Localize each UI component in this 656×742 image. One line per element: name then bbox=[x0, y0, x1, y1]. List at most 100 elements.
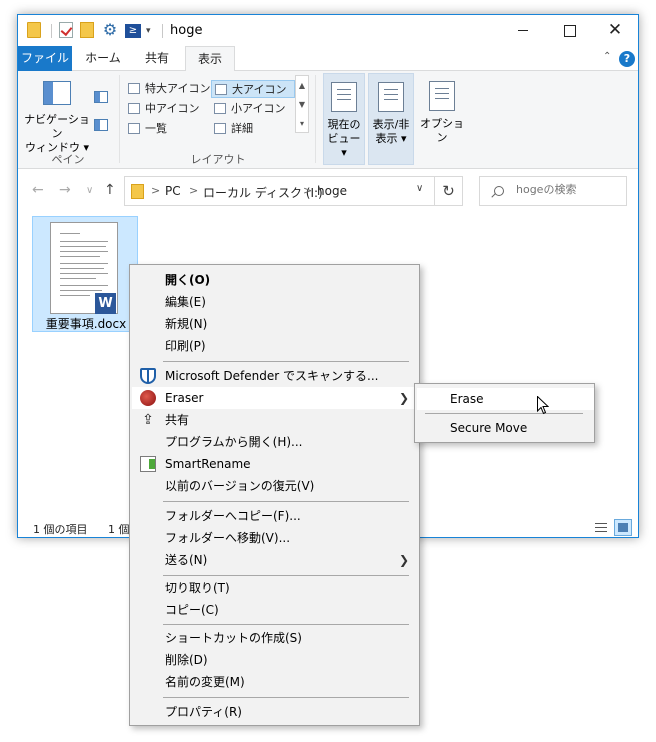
properties-check-icon[interactable] bbox=[59, 22, 73, 38]
breadcrumb-separator[interactable]: > bbox=[151, 184, 160, 197]
minimize-button[interactable] bbox=[500, 15, 546, 46]
gear-icon[interactable]: ⚙ bbox=[102, 22, 118, 40]
breadcrumb-separator[interactable]: > bbox=[303, 184, 312, 197]
close-button[interactable]: ✕ bbox=[592, 15, 638, 46]
breadcrumb-separator[interactable]: > bbox=[189, 184, 198, 197]
search-box[interactable] bbox=[479, 176, 627, 206]
tab-share[interactable]: 共有 bbox=[132, 46, 182, 71]
tab-file[interactable]: ファイル bbox=[18, 46, 72, 71]
navigation-pane-label-1: ナビゲーション bbox=[24, 113, 90, 140]
forward-arrow-icon[interactable]: → bbox=[59, 182, 71, 198]
customize-quick-access-icon[interactable]: ▾ bbox=[146, 22, 156, 40]
layout-large-icons[interactable]: 大アイコン bbox=[211, 80, 295, 98]
layout-scroll[interactable]: ▲ ▼ ▾ bbox=[295, 75, 309, 133]
menu-move-to[interactable]: フォルダーへ移動(V)... bbox=[132, 527, 419, 549]
scroll-up-icon[interactable]: ▲ bbox=[296, 76, 308, 95]
shield-icon bbox=[140, 368, 156, 384]
menu-separator bbox=[163, 501, 409, 502]
menu-properties[interactable]: プロパティ(R) bbox=[132, 701, 419, 723]
file-item[interactable]: W 重要事項.docx bbox=[32, 216, 138, 332]
options-button[interactable]: オプション bbox=[417, 73, 467, 165]
layout-item-label: 中アイコン bbox=[145, 102, 200, 115]
menu-delete[interactable]: 削除(D) bbox=[132, 649, 419, 671]
large-icons-icon bbox=[215, 84, 227, 95]
recent-locations-icon[interactable]: ∨ bbox=[86, 185, 93, 196]
title-bar: ⚙ ≥ ▾ hoge ✕ bbox=[18, 15, 638, 46]
details-pane-icon[interactable] bbox=[94, 119, 108, 131]
refresh-button[interactable]: ↻ bbox=[435, 176, 463, 206]
menu-label: 共有 bbox=[165, 413, 190, 427]
up-arrow-icon[interactable]: ↑ bbox=[104, 182, 116, 198]
current-view-button[interactable]: 現在の ビュー ▾ bbox=[323, 73, 365, 165]
menu-print[interactable]: 印刷(P) bbox=[132, 335, 419, 357]
layout-medium-icons[interactable]: 中アイコン bbox=[125, 100, 210, 118]
selected-count: 1 個 bbox=[108, 523, 130, 536]
group-separator bbox=[315, 75, 316, 163]
toolbar-separator bbox=[51, 24, 52, 38]
search-input[interactable] bbox=[516, 183, 624, 196]
menu-cut[interactable]: 切り取り(T) bbox=[132, 577, 419, 599]
menu-copy[interactable]: コピー(C) bbox=[132, 599, 419, 621]
back-arrow-icon[interactable]: ← bbox=[32, 182, 44, 198]
breadcrumb-pc[interactable]: PC bbox=[165, 184, 181, 198]
layout-item-label: 詳細 bbox=[231, 122, 253, 135]
submenu-erase[interactable]: Erase bbox=[417, 388, 594, 410]
scroll-down-icon[interactable]: ▼ bbox=[296, 95, 308, 114]
current-view-icon bbox=[331, 82, 357, 112]
options-label: オプション bbox=[420, 117, 464, 144]
menu-open[interactable]: 開く(O) bbox=[132, 269, 419, 291]
item-count: 1 個の項目 bbox=[33, 523, 88, 536]
menu-open-with[interactable]: プログラムから開く(H)... bbox=[132, 431, 419, 453]
layout-details[interactable]: 詳細 bbox=[211, 120, 295, 138]
show-hide-button[interactable]: 表示/非 表示 ▾ bbox=[368, 73, 414, 165]
menu-edit[interactable]: 編集(E) bbox=[132, 291, 419, 313]
share-icon: ⇪ bbox=[142, 412, 154, 428]
expand-gallery-icon[interactable]: ▾ bbox=[296, 114, 308, 133]
help-icon[interactable]: ? bbox=[619, 51, 635, 67]
show-hide-label-1: 表示/非 bbox=[372, 118, 410, 131]
menu-rename[interactable]: 名前の変更(M) bbox=[132, 671, 419, 693]
navigation-pane-button[interactable]: ナビゲーション ウィンドウ ▾ bbox=[22, 113, 92, 155]
submenu-secure-move[interactable]: Secure Move bbox=[417, 417, 594, 439]
large-icons-view-icon[interactable] bbox=[614, 519, 632, 536]
navigation-pane-icon[interactable] bbox=[43, 81, 71, 105]
layout-small-icons[interactable]: 小アイコン bbox=[211, 100, 295, 118]
menu-defender-scan[interactable]: Microsoft Defender でスキャンする... bbox=[132, 365, 419, 387]
file-name: 重要事項.docx bbox=[45, 317, 127, 331]
layout-item-label: 一覧 bbox=[145, 122, 167, 135]
address-dropdown-icon[interactable]: ∨ bbox=[416, 183, 423, 194]
menu-restore-versions[interactable]: 以前のバージョンの復元(V) bbox=[132, 475, 419, 497]
tab-view[interactable]: 表示 bbox=[185, 46, 235, 72]
menu-eraser[interactable]: Eraser ❯ bbox=[132, 387, 419, 409]
details-view-icon[interactable] bbox=[593, 520, 609, 535]
menu-smartrename[interactable]: SmartRename bbox=[132, 453, 419, 475]
menu-separator bbox=[425, 413, 583, 414]
breadcrumb-hoge[interactable]: hoge bbox=[317, 184, 347, 198]
menu-new[interactable]: 新規(N) bbox=[132, 313, 419, 335]
toolbar-separator bbox=[162, 24, 163, 38]
menu-copy-to[interactable]: フォルダーへコピー(F)... bbox=[132, 505, 419, 527]
small-icons-icon bbox=[214, 103, 226, 114]
group-separator bbox=[119, 75, 120, 163]
menu-share[interactable]: ⇪ 共有 bbox=[132, 409, 419, 431]
layout-list[interactable]: 一覧 bbox=[125, 120, 210, 138]
menu-create-shortcut[interactable]: ショートカットの作成(S) bbox=[132, 627, 419, 649]
layout-item-label: 小アイコン bbox=[231, 102, 286, 115]
menu-send-to[interactable]: 送る(N) ❯ bbox=[132, 549, 419, 571]
address-bar[interactable]: > PC > ローカル ディスク (I:) > hoge ∨ bbox=[124, 176, 435, 206]
menu-separator bbox=[163, 624, 409, 625]
list-icon bbox=[128, 123, 140, 134]
maximize-button[interactable] bbox=[546, 15, 592, 46]
layout-extra-large-icons[interactable]: 特大アイコン bbox=[125, 80, 210, 98]
address-row: ← → ∨ ↑ > PC > ローカル ディスク (I:) > hoge ∨ ↻ bbox=[18, 169, 638, 213]
collapse-ribbon-icon[interactable]: ⌃ bbox=[603, 51, 611, 62]
folder-icon bbox=[131, 184, 144, 199]
tab-home[interactable]: ホーム bbox=[77, 46, 129, 71]
ribbon-tabs: ファイル ホーム 共有 表示 ⌃ ? bbox=[18, 46, 638, 72]
extra-large-icons-icon bbox=[128, 83, 140, 94]
preview-pane-icon[interactable] bbox=[94, 91, 108, 103]
new-folder-icon[interactable] bbox=[80, 22, 94, 38]
folder-icon bbox=[27, 22, 41, 38]
powershell-icon[interactable]: ≥ bbox=[125, 24, 141, 38]
layout-item-label: 特大アイコン bbox=[145, 82, 211, 95]
